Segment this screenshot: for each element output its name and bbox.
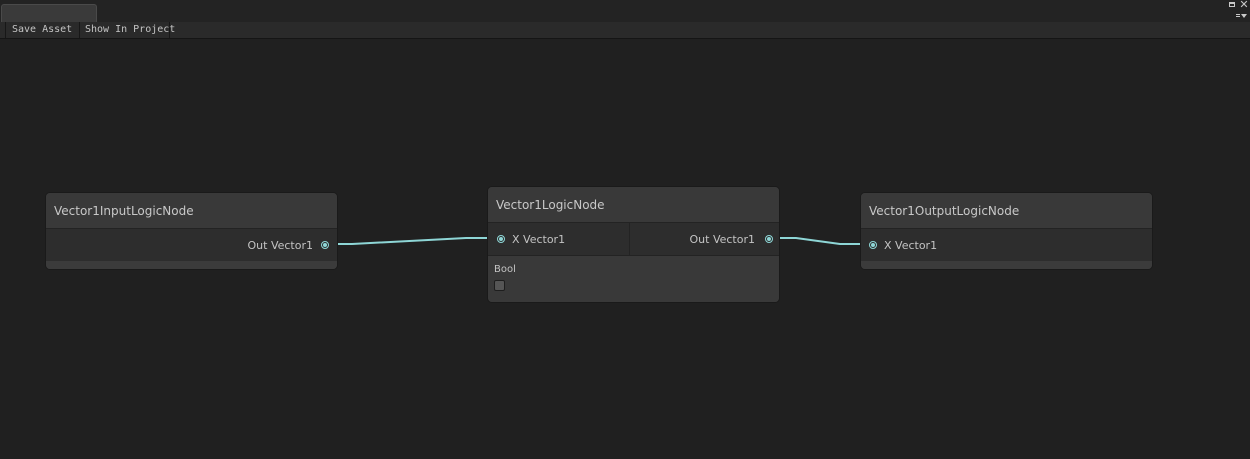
edge-logic-to-output[interactable] — [774, 237, 866, 245]
input-port-label: X Vector1 — [884, 239, 938, 252]
node-vector1-logic[interactable]: Vector1LogicNode X Vector1 Out Vector1 B… — [487, 186, 780, 303]
node-title[interactable]: Vector1InputLogicNode — [46, 193, 337, 229]
bool-field-label: Bool — [494, 264, 516, 275]
node-ports: X Vector1 Out Vector1 — [488, 223, 779, 256]
output-port-icon[interactable] — [321, 241, 329, 249]
input-port-icon[interactable] — [497, 235, 505, 243]
output-port-label: Out Vector1 — [689, 233, 756, 246]
node-footer — [46, 261, 337, 269]
node-ports: X Vector1 — [861, 229, 1152, 262]
node-title[interactable]: Vector1LogicNode — [488, 187, 779, 223]
edge-input-to-logic[interactable] — [330, 237, 494, 245]
output-port-label: Out Vector1 — [247, 239, 314, 252]
input-port-label: X Vector1 — [512, 233, 566, 246]
node-ports: Out Vector1 — [46, 229, 337, 262]
input-port-icon[interactable] — [869, 241, 877, 249]
node-fields: Bool — [488, 256, 779, 302]
output-port-icon[interactable] — [765, 235, 773, 243]
node-footer — [861, 261, 1152, 269]
bool-checkbox-icon[interactable] — [494, 280, 505, 291]
port-divider — [629, 223, 630, 255]
node-title[interactable]: Vector1OutputLogicNode — [861, 193, 1152, 229]
graph-editor-window: ✕ Save Asset Show In Project Vector1Inpu… — [0, 0, 1250, 459]
node-vector1-input-logic[interactable]: Vector1InputLogicNode Out Vector1 — [45, 192, 338, 270]
node-vector1-output-logic[interactable]: Vector1OutputLogicNode X Vector1 — [860, 192, 1153, 270]
